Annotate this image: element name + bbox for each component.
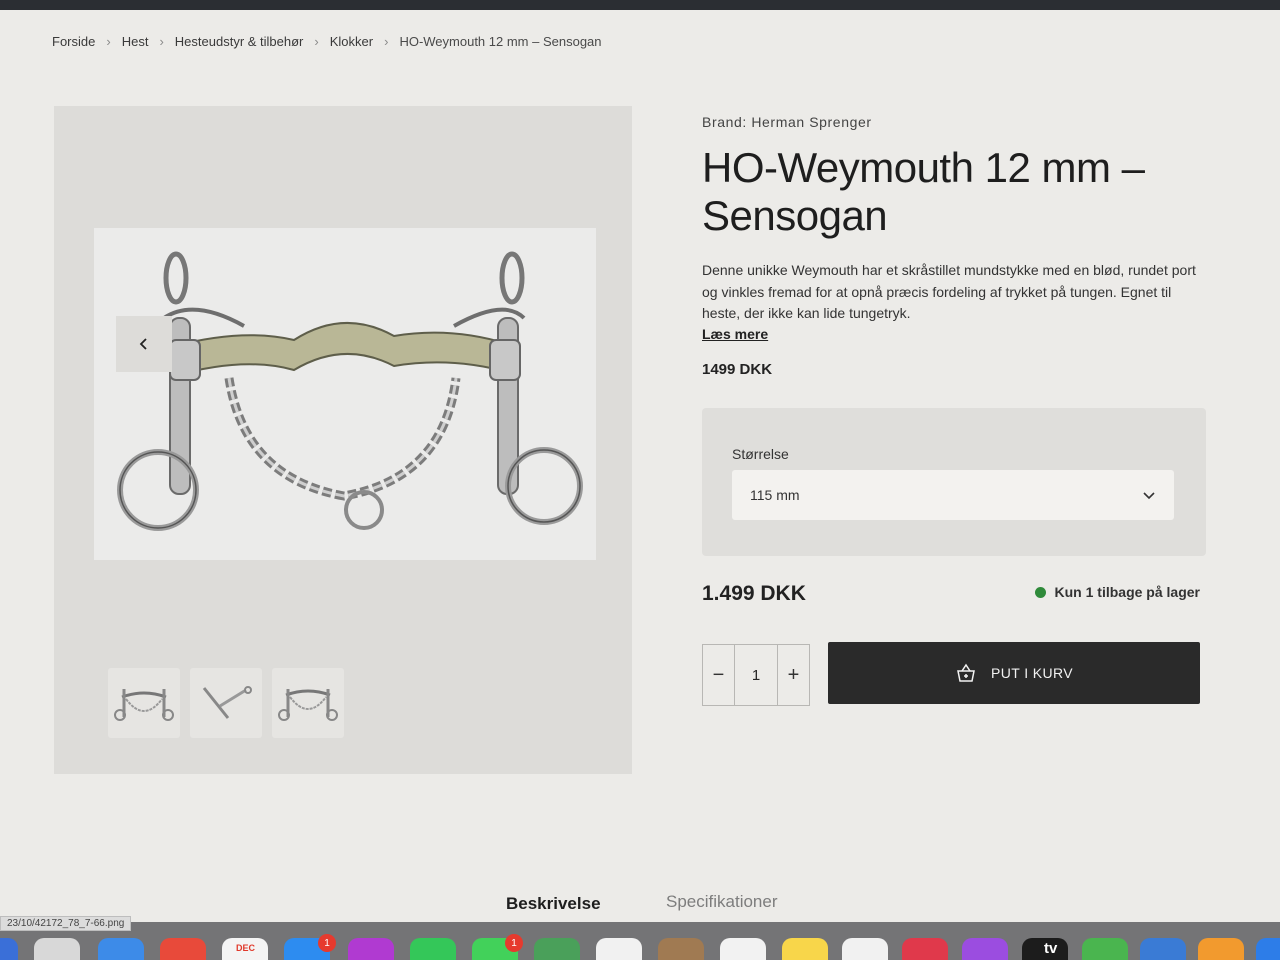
breadcrumb-hest[interactable]: Hest — [122, 34, 149, 49]
quantity-stepper: − 1 + — [702, 644, 810, 706]
breadcrumb-separator-icon: › — [314, 34, 319, 49]
app-grid-icon[interactable] — [34, 938, 80, 960]
basket-icon — [957, 663, 975, 682]
apple-tv-label: tv — [1044, 940, 1058, 957]
thumbnail-side[interactable] — [190, 668, 262, 738]
calendar-icon[interactable]: DEC — [222, 938, 268, 960]
product-gallery — [54, 106, 632, 774]
music-icon[interactable] — [902, 938, 948, 960]
window-top-bar — [0, 0, 1280, 10]
product-title: HO-Weymouth 12 mm – Sensogan — [702, 144, 1145, 239]
chevron-down-icon — [1143, 492, 1155, 500]
calendar-month: DEC — [236, 943, 256, 953]
bit-side-thumbnail-icon — [202, 686, 252, 719]
podcast-app-icon[interactable] — [348, 938, 394, 960]
freeform-icon[interactable] — [842, 938, 888, 960]
reminders-icon[interactable] — [720, 938, 766, 960]
product-info: Brand: Herman Sprenger HO-Weymouth 12 mm… — [702, 114, 1206, 378]
launchpad-icon[interactable] — [0, 938, 18, 960]
breadcrumb-current: HO-Weymouth 12 mm – Sensogan — [399, 34, 602, 49]
thumbnail-front[interactable] — [108, 668, 180, 738]
thumbnail-angle[interactable] — [272, 668, 344, 738]
chevron-left-icon — [139, 338, 147, 350]
size-select[interactable]: 115 mm — [732, 470, 1174, 520]
keynote-icon[interactable] — [1140, 938, 1186, 960]
breadcrumb-klokker[interactable]: Klokker — [330, 34, 373, 49]
breadcrumb-separator-icon: › — [159, 34, 164, 49]
bit-angle-thumbnail-icon — [278, 689, 338, 721]
notes-icon[interactable] — [782, 938, 828, 960]
chrome-icon[interactable] — [160, 938, 206, 960]
variant-label: Størrelse — [732, 446, 789, 462]
product-price: 1.499 DKK — [702, 582, 806, 605]
quantity-decrease-button[interactable]: − — [703, 645, 734, 705]
numbers-icon[interactable] — [1082, 938, 1128, 960]
breadcrumb: Forside › Hest › Hesteudstyr & tilbehør … — [52, 34, 602, 49]
product-description: Denne unikke Weymouth har et skråstillet… — [702, 262, 1196, 321]
mail-badge: 1 — [318, 934, 336, 952]
breadcrumb-hesteudstyr[interactable]: Hesteudstyr & tilbehør — [175, 34, 304, 49]
breadcrumb-separator-icon: › — [384, 34, 389, 49]
product-price-short: 1499 DKK — [702, 360, 773, 378]
safari-icon[interactable] — [98, 938, 144, 960]
tab-beskrivelse[interactable]: Beskrivelse — [506, 894, 601, 914]
app-store-icon[interactable] — [1256, 938, 1280, 960]
gallery-prev-button[interactable] — [116, 316, 172, 372]
product-brand[interactable]: Brand: Herman Sprenger — [702, 114, 1206, 130]
breadcrumb-forside[interactable]: Forside — [52, 34, 95, 49]
contacts-icon[interactable] — [658, 938, 704, 960]
photos-icon[interactable] — [596, 938, 642, 960]
quantity-value[interactable]: 1 — [734, 645, 778, 705]
add-to-cart-button[interactable]: PUT I KURV — [828, 642, 1200, 704]
maps-icon[interactable] — [534, 938, 580, 960]
facetime-icon[interactable] — [410, 938, 456, 960]
quantity-increase-button[interactable]: + — [778, 645, 809, 705]
stock-status: Kun 1 tilbage på lager — [1034, 584, 1200, 600]
read-more-link[interactable]: Læs mere — [702, 326, 768, 342]
breadcrumb-separator-icon: › — [106, 34, 111, 49]
product-main-image[interactable] — [94, 228, 596, 560]
size-select-value: 115 mm — [750, 487, 800, 503]
bit-thumbnail-icon — [114, 689, 174, 721]
stock-indicator-dot — [1034, 586, 1046, 598]
macos-dock: DEC 1 1 tv — [0, 922, 1280, 960]
stock-text: Kun 1 tilbage på lager — [1054, 584, 1200, 600]
variant-selector: Størrelse 115 mm — [702, 408, 1206, 556]
pages-icon[interactable] — [1198, 938, 1244, 960]
tab-specifikationer[interactable]: Specifikationer — [666, 892, 778, 912]
add-to-cart-label: PUT I KURV — [990, 665, 1074, 681]
apple-tv-icon[interactable]: tv — [1022, 938, 1068, 960]
status-bar-filename: 23/10/42172_78_7-66.png — [0, 916, 132, 931]
weymouth-bit-illustration — [117, 251, 583, 531]
gallery-thumbnails — [108, 668, 344, 738]
messages-badge: 1 — [505, 934, 523, 952]
podcasts-icon[interactable] — [962, 938, 1008, 960]
